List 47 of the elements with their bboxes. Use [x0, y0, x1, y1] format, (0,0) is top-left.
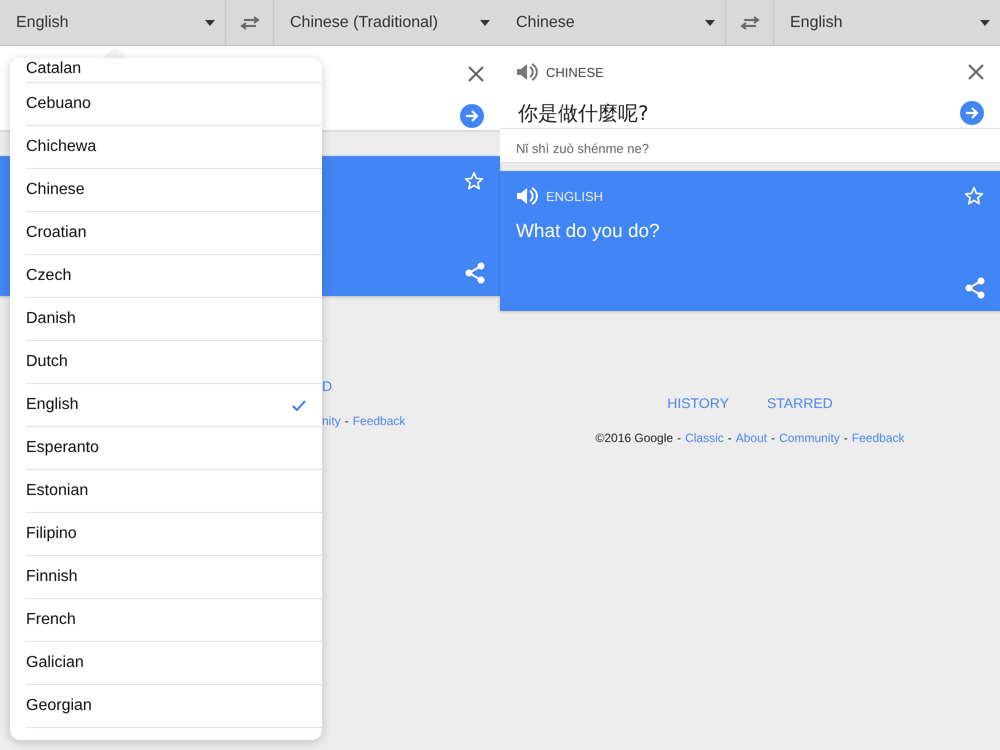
separator-text: -	[771, 431, 776, 445]
star-icon[interactable]	[964, 186, 984, 206]
star-icon[interactable]	[464, 171, 484, 191]
language-option[interactable]: Catalan	[26, 58, 322, 83]
speaker-icon[interactable]	[516, 186, 538, 206]
language-option[interactable]: Croatian	[26, 212, 322, 255]
language-option[interactable]: Esperanto	[26, 427, 322, 470]
language-option[interactable]: Finnish	[26, 556, 322, 599]
caret-icon	[205, 20, 215, 26]
separator-text: -	[677, 431, 682, 445]
caret-icon	[480, 20, 490, 26]
target-language-dropdown[interactable]: Chinese (Traditional)	[274, 0, 500, 45]
source-language-label: CHINESE	[546, 64, 604, 80]
language-option[interactable]: Cebuano	[26, 83, 322, 126]
language-option[interactable]: Galician	[26, 642, 322, 685]
copyright-text: ©2016 Google	[596, 431, 674, 445]
close-icon[interactable]	[968, 64, 984, 80]
language-option[interactable]: French	[26, 599, 322, 642]
swap-arrows-icon	[738, 16, 760, 30]
language-option[interactable]: Danish	[26, 298, 322, 341]
arrow-right-icon[interactable]	[960, 101, 984, 125]
language-option[interactable]: Czech	[26, 255, 322, 298]
share-icon[interactable]	[964, 277, 986, 299]
swap-arrows-icon	[238, 16, 260, 30]
speaker-icon[interactable]	[516, 62, 538, 82]
source-language-dropdown[interactable]: English	[0, 0, 226, 45]
close-icon[interactable]	[468, 66, 484, 82]
caret-icon	[980, 20, 990, 26]
language-option[interactable]: English	[26, 384, 322, 427]
source-text[interactable]: 你是做什麼呢?	[518, 100, 649, 126]
language-option[interactable]: Chinese	[26, 169, 322, 212]
separator-text: -	[728, 431, 732, 445]
language-option[interactable]: Estonian	[26, 470, 322, 513]
share-icon[interactable]	[464, 262, 486, 284]
caret-icon	[705, 20, 715, 26]
separator-text: -	[344, 414, 349, 428]
arrow-right-icon[interactable]	[460, 104, 484, 128]
romanization-text: Nǐ shì zuò shénme ne?	[515, 140, 650, 158]
separator-text: -	[844, 431, 848, 445]
language-option[interactable]: Filipino	[26, 513, 322, 556]
language-option[interactable]: Dutch	[26, 341, 322, 384]
language-option[interactable]: Chichewa	[26, 126, 322, 169]
language-option[interactable]: Georgian	[26, 685, 322, 728]
target-language-label: ENGLISH	[546, 188, 604, 204]
target-language-dropdown[interactable]: English	[774, 0, 1000, 45]
translation-text: What do you do?	[515, 221, 661, 243]
source-language-dropdown[interactable]: Chinese	[500, 0, 726, 45]
